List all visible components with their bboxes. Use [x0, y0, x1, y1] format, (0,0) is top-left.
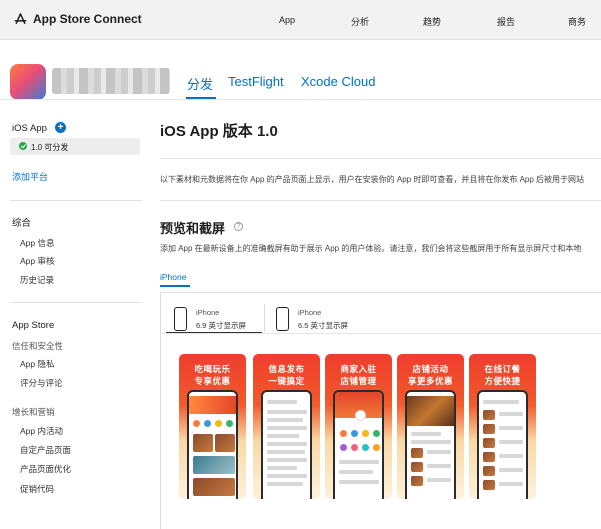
screenshot-caption: 一键搞定 [268, 376, 305, 386]
screenshot-thumbnail[interactable]: 在线订餐 方便快捷 [469, 354, 536, 499]
app-name-redacted [52, 68, 170, 94]
sidebar-divider [10, 302, 142, 303]
screenshot-thumbnail[interactable]: 商家入驻 店铺管理 [325, 354, 392, 499]
size-option-device: iPhone [298, 308, 322, 317]
top-bar: App Store Connect App 分析 趋势 报告 商务 [0, 0, 601, 40]
brand-label: App Store Connect [33, 12, 142, 26]
sidebar-item-history[interactable]: 历史记录 [20, 274, 54, 286]
screenshot-caption: 在线订餐 [484, 364, 521, 374]
page-description: 以下素材和元数据将在你 App 的产品页面上显示，用户在安装你的 App 时即可… [160, 175, 585, 184]
nav-reports[interactable]: 报告 [497, 15, 515, 28]
preview-description: 添加 App 在最新设备上的准确截屏有助于展示 App 的用户体验。请注意，我们… [160, 244, 582, 253]
sidebar-divider [10, 200, 142, 201]
screenshot-thumbnail[interactable]: 吃喝玩乐 专享优惠 [179, 354, 246, 499]
screenshot-caption: 吃喝玩乐 [194, 364, 231, 374]
screenshot-caption: 信息发布 [268, 364, 305, 374]
screenshot-thumbnail[interactable]: 信息发布 一键搞定 [253, 354, 320, 499]
size-separator [264, 304, 265, 332]
sidebar-item-app-privacy[interactable]: App 隐私 [20, 358, 55, 370]
screenshot-caption: 专享优惠 [194, 376, 231, 386]
page-title: iOS App 版本 1.0 [160, 123, 278, 140]
version-status-label: 1.0 可分发 [31, 143, 69, 152]
size-option-label: 6.5 英寸显示屏 [298, 321, 349, 330]
check-circle-icon [19, 142, 27, 150]
nav-trends[interactable]: 趋势 [423, 15, 441, 28]
sidebar-platform-title[interactable]: iOS App [12, 123, 47, 134]
screenshot-phone-mockup [405, 390, 456, 499]
screenshot-thumbnail[interactable]: 店铺活动 享更多优惠 [397, 354, 464, 499]
sidebar-item-app-review[interactable]: App 审核 [20, 255, 55, 267]
sidebar-item-app-info[interactable]: App 信息 [20, 237, 55, 249]
screenshot-phone-mockup [477, 390, 528, 499]
version-status-item[interactable] [10, 138, 140, 155]
sidebar-item-product-page-optimization[interactable]: 产品页面优化 [20, 463, 71, 475]
iphone-icon [174, 307, 187, 331]
sidebar-group-trust: 信任和安全性 [12, 341, 64, 351]
sidebar-section-app-store: App Store [12, 320, 55, 331]
size-option-label: 6.9 英寸显示屏 [196, 321, 247, 330]
add-platform-plus-icon[interactable]: + [55, 122, 66, 133]
screenshot-caption: 店铺管理 [340, 376, 377, 386]
brand[interactable]: App Store Connect [14, 12, 142, 26]
sidebar-group-growth: 增长和营销 [12, 407, 55, 417]
tab-xcode-cloud[interactable]: Xcode Cloud [301, 74, 375, 89]
sidebar-section-general: 综合 [12, 218, 32, 229]
add-platform-link[interactable]: 添加平台 [12, 170, 48, 183]
screenshot-caption: 商家入驻 [340, 364, 377, 374]
main-divider [160, 200, 601, 201]
app-store-icon [14, 12, 27, 24]
device-tab-indicator [160, 285, 190, 287]
nav-business[interactable]: 商务 [568, 15, 586, 28]
device-tab-iphone[interactable]: iPhone [160, 272, 186, 282]
main-divider [160, 158, 601, 159]
panel-divider [160, 333, 601, 334]
screenshot-phone-mockup [187, 390, 238, 499]
screenshot-caption: 享更多优惠 [407, 376, 453, 386]
size-option-device: iPhone [196, 308, 220, 317]
screenshot-caption: 店铺活动 [412, 364, 449, 374]
sidebar-item-ratings-reviews[interactable]: 评分与评论 [20, 377, 63, 389]
sidebar-item-promo-codes[interactable]: 促销代码 [20, 483, 54, 495]
nav-app[interactable]: App [279, 15, 295, 25]
iphone-icon [276, 307, 289, 331]
screenshot-caption: 方便快捷 [484, 376, 521, 386]
help-icon[interactable]: ? [234, 222, 243, 231]
screenshot-phone-mockup [333, 390, 384, 499]
app-icon [10, 64, 46, 100]
sidebar-item-custom-product-pages[interactable]: 自定产品页面 [20, 444, 71, 456]
preview-section-title: 预览和截屏 [160, 221, 226, 236]
sidebar-item-in-app-events[interactable]: App 内活动 [20, 425, 63, 437]
tab-testflight[interactable]: TestFlight [228, 74, 284, 89]
tab-distribution[interactable]: 分发 [187, 74, 213, 93]
nav-analytics[interactable]: 分析 [351, 15, 369, 28]
screenshot-phone-mockup [261, 390, 312, 499]
